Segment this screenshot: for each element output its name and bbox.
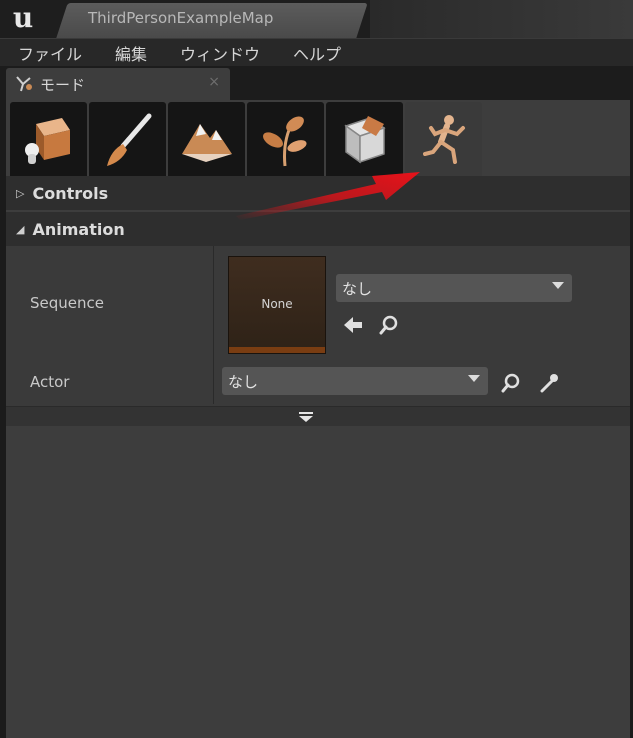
menu-edit[interactable]: 編集: [115, 41, 147, 65]
close-icon[interactable]: ×: [208, 74, 220, 90]
menu-window[interactable]: ウィンドウ: [180, 41, 260, 65]
actor-dropdown-value: なし: [228, 372, 259, 391]
panel-empty-area: [6, 426, 630, 738]
actor-search-icon[interactable]: [500, 372, 522, 394]
animation-section-title: Animation: [32, 219, 125, 239]
expand-triangle-icon: ▷: [16, 186, 25, 200]
sequence-thumbnail-label: None: [261, 297, 293, 311]
column-divider[interactable]: [213, 246, 214, 404]
sequence-label: Sequence: [30, 294, 104, 312]
title-bar: u ThirdPersonExampleMap: [0, 0, 633, 38]
place-mode-icon: [25, 118, 70, 164]
chevron-down-icon: [552, 282, 564, 289]
menu-file[interactable]: ファイル: [18, 41, 82, 65]
expand-advanced-icon: [299, 412, 313, 422]
title-bar-empty: [370, 0, 633, 38]
asset-type-bar: [229, 347, 325, 353]
animation-properties: Sequence None なし Actor なし: [6, 246, 630, 406]
browse-search-icon[interactable]: [378, 314, 400, 336]
use-selected-arrow-icon[interactable]: [342, 314, 364, 336]
sequence-dropdown[interactable]: なし: [336, 274, 572, 302]
modes-tab-label: モード: [40, 76, 86, 94]
landscape-mode-button[interactable]: [168, 102, 245, 178]
menu-bar: ファイル 編集 ウィンドウ ヘルプ: [0, 38, 633, 66]
controls-section-title: Controls: [32, 183, 109, 203]
unreal-logo-icon[interactable]: u: [6, 2, 40, 36]
document-tab-label: ThirdPersonExampleMap: [88, 9, 274, 27]
place-mode-button[interactable]: [10, 102, 87, 178]
eyedropper-icon[interactable]: [538, 372, 560, 394]
panel-tab-row: モード ×: [0, 66, 633, 100]
chevron-down-icon: [468, 375, 480, 382]
actor-dropdown[interactable]: なし: [222, 367, 488, 395]
sequence-dropdown-value: なし: [342, 279, 373, 298]
paint-mode-icon: [107, 113, 152, 166]
modes-tab-icon: [16, 76, 32, 92]
actor-label: Actor: [30, 373, 70, 391]
landscape-mode-icon: [182, 124, 232, 162]
menu-help[interactable]: ヘルプ: [293, 41, 341, 65]
annotation-arrow-icon: [236, 172, 420, 220]
advanced-expand-row[interactable]: [6, 406, 630, 426]
collapse-triangle-icon: ◢: [16, 222, 25, 236]
modes-panel-tab[interactable]: モード ×: [6, 68, 230, 100]
sequence-thumbnail[interactable]: None: [228, 256, 326, 354]
paint-mode-button[interactable]: [89, 102, 166, 178]
